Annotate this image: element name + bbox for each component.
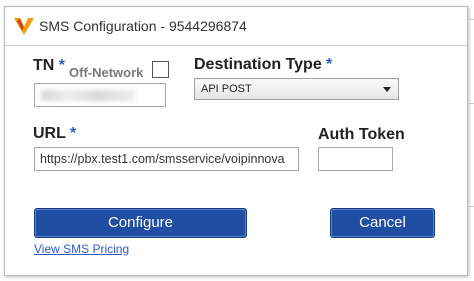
tn-label: TN bbox=[33, 57, 55, 74]
background-divider bbox=[468, 206, 474, 207]
url-value: https://pbx.test1.com/smsservice/voipinn… bbox=[40, 152, 285, 166]
view-sms-pricing-link[interactable]: View SMS Pricing bbox=[34, 242, 129, 256]
background-divider bbox=[468, 103, 474, 104]
destination-type-label: Destination Type bbox=[194, 56, 322, 73]
destination-type-selected: API POST bbox=[201, 83, 252, 95]
dialog-titlebar: SMS Configuration - 9544296874 bbox=[5, 7, 467, 46]
off-network-checkbox[interactable] bbox=[152, 61, 169, 78]
url-input[interactable]: https://pbx.test1.com/smsservice/voipinn… bbox=[34, 147, 299, 171]
v-logo-icon bbox=[14, 18, 34, 35]
dialog-title: SMS Configuration - 9544296874 bbox=[39, 18, 247, 34]
background-divider bbox=[468, 19, 474, 20]
tn-label-group: TN * bbox=[33, 57, 65, 75]
destination-type-select[interactable]: API POST bbox=[194, 78, 399, 100]
url-required-mark: * bbox=[70, 125, 77, 142]
sms-configuration-dialog: SMS Configuration - 9544296874 TN * Off-… bbox=[4, 6, 468, 276]
auth-token-label: Auth Token bbox=[318, 126, 405, 143]
destination-type-label-group: Destination Type * bbox=[194, 56, 332, 74]
auth-token-input[interactable] bbox=[318, 147, 393, 171]
configure-button[interactable]: Configure bbox=[34, 208, 247, 238]
destination-type-required-mark: * bbox=[326, 56, 333, 73]
tn-required-mark: * bbox=[58, 57, 66, 74]
tn-input[interactable] bbox=[34, 83, 166, 107]
url-label-group: URL * bbox=[33, 125, 76, 143]
cancel-button[interactable]: Cancel bbox=[330, 208, 435, 238]
chevron-down-icon bbox=[383, 87, 391, 92]
redacted-tn-value bbox=[41, 90, 135, 101]
url-label: URL bbox=[33, 125, 66, 142]
off-network-label: Off-Network bbox=[69, 65, 144, 80]
